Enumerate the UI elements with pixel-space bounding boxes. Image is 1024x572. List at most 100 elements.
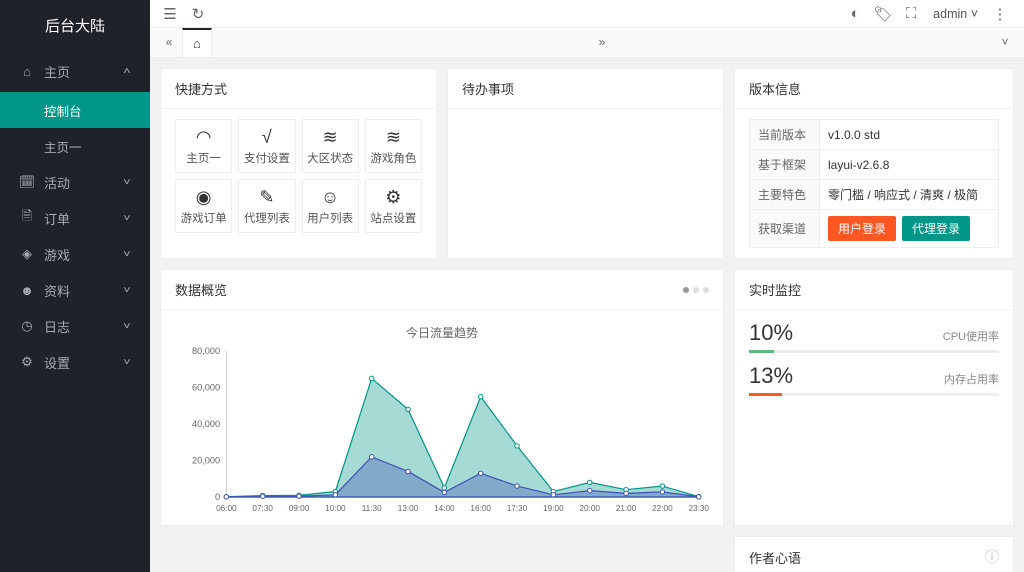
card-version: 版本信息 当前版本v1.0.0 std基于框架layui-v2.6.8主要特色零…: [734, 68, 1014, 259]
card-author: 作者心语 ⓘ 君子爱财 取之有道: [734, 536, 1014, 572]
card-title: 数据概览: [175, 280, 227, 299]
svg-text:60,000: 60,000: [192, 383, 220, 393]
info-icon[interactable]: ⓘ: [985, 547, 999, 567]
pulse-icon: √: [262, 126, 272, 148]
monitor-cpu: 10% CPU使用率: [749, 320, 999, 353]
version-val: v1.0.0 std: [820, 120, 999, 150]
sidebar-item-home1[interactable]: 主页一: [0, 128, 150, 164]
sidebar-item-setting[interactable]: ⚙ 设置 ˅: [0, 344, 150, 380]
sidebar-item-game[interactable]: ◈ 游戏 ˅: [0, 236, 150, 272]
order-icon: 🗎: [20, 207, 34, 229]
sidebar-item-console[interactable]: 控制台: [0, 92, 150, 128]
svg-text:17:30: 17:30: [507, 504, 528, 513]
version-key: 主要特色: [750, 180, 820, 210]
svg-text:11:30: 11:30: [362, 504, 382, 513]
layers-icon: ≋: [386, 126, 401, 148]
quick-item[interactable]: ⚙ 站点设置: [365, 179, 422, 233]
sidebar-item-data[interactable]: ☻资料˅: [0, 272, 150, 308]
quick-item[interactable]: ✎代理列表: [238, 179, 295, 233]
version-val: layui-v2.6.8: [820, 150, 999, 180]
gear-icon: ⚙: [20, 354, 34, 370]
cpu-value: 10%: [749, 320, 793, 346]
card-title: 作者心语: [749, 548, 801, 567]
chart-title: 今日流量趋势: [175, 320, 709, 345]
quick-item[interactable]: ≋ 大区状态: [302, 119, 359, 173]
svg-text:14:00: 14:00: [434, 504, 455, 513]
svg-text:06:00: 06:00: [216, 504, 237, 513]
layers-icon: ≋: [323, 126, 338, 148]
svg-text:23:30: 23:30: [688, 504, 709, 513]
user-login-button[interactable]: 用户登录: [828, 216, 896, 241]
chevron-down-icon: ˅: [123, 249, 131, 260]
quick-label: 代理列表: [244, 210, 290, 226]
sidebar-item-label: 活动: [44, 173, 70, 192]
quick-label: 大区状态: [307, 150, 353, 166]
diamond-icon: ◈: [20, 246, 34, 262]
tab-home[interactable]: ⌂: [182, 28, 212, 57]
chevron-down-icon: ˅: [123, 213, 131, 224]
tab-prev[interactable]: «: [156, 27, 182, 57]
svg-text:10:00: 10:00: [325, 504, 346, 513]
refresh-icon[interactable]: ↻: [184, 0, 212, 28]
logo: 后台大陆: [0, 0, 150, 50]
chart: 020,00040,00060,00080,00006:0007:3009:00…: [175, 345, 709, 515]
user-icon: ☺: [321, 186, 339, 208]
svg-text:19:00: 19:00: [543, 504, 564, 513]
version-key: 获取渠道: [750, 210, 820, 248]
sidebar-item-label: 主页: [44, 62, 70, 81]
card-title: 版本信息: [735, 69, 1013, 109]
calendar-icon: 🗓: [20, 174, 34, 190]
quick-label: 站点设置: [370, 210, 416, 226]
menu-toggle-icon[interactable]: ☰: [156, 0, 184, 28]
quick-item[interactable]: ☺用户列表: [302, 179, 359, 233]
content: 快捷方式 ◠主页一√支付设置≋大区状态≋游戏角色◉游戏订单✎代理列表☺用户列表⚙…: [150, 58, 1024, 572]
sidebar-item-label: 控制台: [44, 101, 82, 120]
monitor-mem: 13%内存占用率: [749, 363, 999, 396]
carousel-dots[interactable]: [683, 287, 709, 293]
note-icon[interactable]: 🏷: [869, 0, 897, 28]
quick-item[interactable]: ◠ 主页一: [175, 119, 232, 173]
admin-menu[interactable]: admin ˅: [925, 7, 986, 21]
gear-icon: ⚙: [385, 186, 401, 208]
version-key: 基于框架: [750, 150, 820, 180]
sidebar-item-label: 主页一: [44, 137, 82, 156]
sidebar-item-order[interactable]: 🗎订单˅: [0, 200, 150, 236]
card-title: 实时监控: [735, 270, 1013, 310]
tab-next[interactable]: »: [589, 27, 615, 57]
sidebar: 后台大陆 ⌂ 主页 ˄ 控制台 主页一 🗓活动˅ 🗎订单˅ ◈游戏˅ ☻资料˅ …: [0, 0, 150, 572]
svg-text:21:00: 21:00: [616, 504, 637, 513]
sidebar-item-label: 日志: [44, 317, 70, 336]
version-key: 当前版本: [750, 120, 820, 150]
cpu-label: CPU使用率: [943, 328, 999, 344]
gauge-icon: ◠: [196, 126, 212, 148]
chevron-down-icon: ˅: [123, 357, 131, 368]
clock-icon: ◷: [20, 318, 34, 334]
sidebar-item-label: 设置: [44, 353, 70, 372]
sidebar-item-label: 游戏: [44, 245, 70, 264]
home-icon: ⌂: [20, 64, 34, 79]
svg-text:40,000: 40,000: [192, 419, 220, 429]
tabbar: « ⌂ » ˅: [150, 28, 1024, 58]
chevron-down-icon: ˅: [123, 321, 131, 332]
svg-text:13:00: 13:00: [398, 504, 419, 513]
quick-item[interactable]: ◉游戏订单: [175, 179, 232, 233]
chevron-up-icon: ˄: [123, 66, 131, 77]
svg-text:20:00: 20:00: [579, 504, 600, 513]
tab-more[interactable]: ˅: [992, 27, 1018, 57]
home-icon: ⌂: [193, 36, 201, 51]
sidebar-item-home[interactable]: ⌂ 主页 ˄: [0, 50, 150, 92]
sidebar-item-activity[interactable]: 🗓活动˅: [0, 164, 150, 200]
svg-text:0: 0: [215, 492, 220, 502]
fullscreen-icon[interactable]: ⛶: [897, 0, 925, 28]
quick-item[interactable]: √支付设置: [238, 119, 295, 173]
quick-label: 游戏角色: [370, 150, 416, 166]
quick-label: 主页一: [186, 150, 221, 166]
quick-item[interactable]: ≋ 游戏角色: [365, 119, 422, 173]
more-icon[interactable]: ⋮: [986, 0, 1014, 28]
topbar: ☰ ↻ ◐ 🏷 ⛶ admin ˅ ⋮: [150, 0, 1024, 28]
svg-text:22:00: 22:00: [652, 504, 673, 513]
theme-icon[interactable]: ◐: [841, 0, 869, 28]
sidebar-item-log[interactable]: ◷ 日志 ˅: [0, 308, 150, 344]
agent-login-button[interactable]: 代理登录: [902, 216, 970, 241]
main: ☰ ↻ ◐ 🏷 ⛶ admin ˅ ⋮ « ⌂ » ˅ 快捷方式 ◠主页一√支付…: [150, 0, 1024, 572]
